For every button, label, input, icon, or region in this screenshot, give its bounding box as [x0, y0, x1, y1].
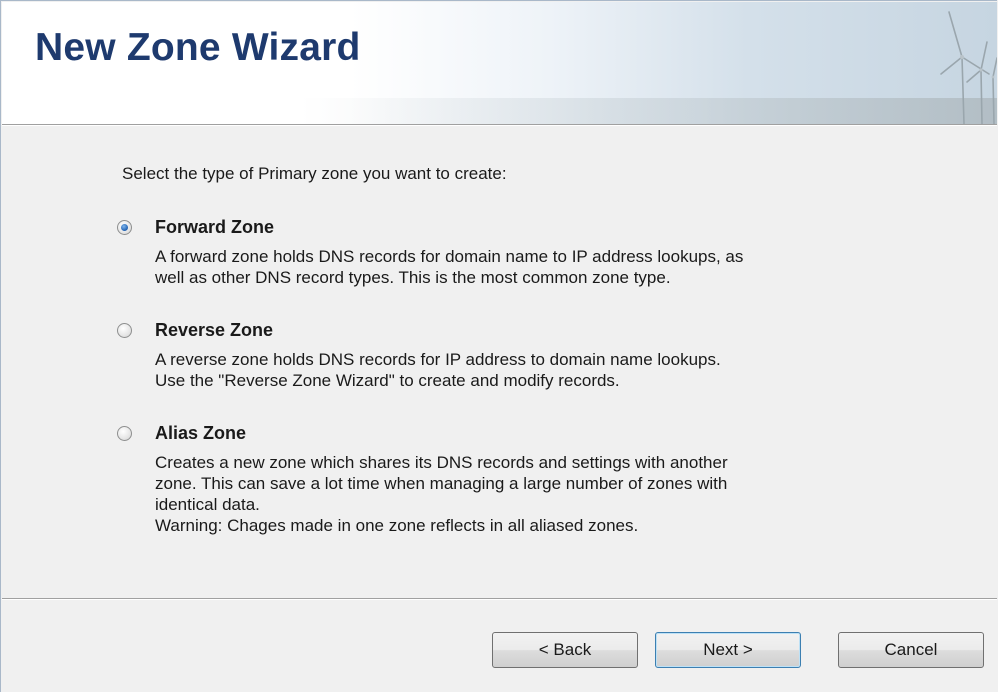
forward-zone-label[interactable]: Forward Zone: [155, 217, 274, 238]
reverse-zone-radio[interactable]: [117, 323, 132, 338]
wizard-header-banner: New Zone Wizard: [2, 2, 997, 124]
description-line: Creates a new zone which shares its DNS …: [155, 453, 728, 472]
description-line: Use the "Reverse Zone Wizard" to create …: [155, 371, 620, 390]
description-line: A reverse zone holds DNS records for IP …: [155, 350, 721, 369]
description-line: zone. This can save a lot time when mana…: [155, 474, 728, 493]
alias-zone-description: Creates a new zone which shares its DNS …: [155, 452, 915, 536]
back-button[interactable]: < Back: [492, 632, 638, 668]
wizard-window: New Zone Wizard Select the type of Prima…: [0, 0, 997, 692]
description-line: A forward zone holds DNS records for dom…: [155, 247, 744, 266]
description-line: well as other DNS record types. This is …: [155, 268, 671, 287]
alias-zone-radio[interactable]: [117, 426, 132, 441]
banner-landscape: [2, 98, 997, 124]
footer-divider: [2, 598, 997, 600]
header-divider: [2, 124, 997, 126]
forward-zone-description: A forward zone holds DNS records for dom…: [155, 246, 915, 288]
forward-zone-radio[interactable]: [117, 220, 132, 235]
wizard-title: New Zone Wizard: [35, 26, 361, 69]
reverse-zone-label[interactable]: Reverse Zone: [155, 320, 273, 341]
zone-type-prompt: Select the type of Primary zone you want…: [122, 164, 507, 183]
alias-zone-label[interactable]: Alias Zone: [155, 423, 246, 444]
description-line: identical data.: [155, 495, 260, 514]
description-line: Warning: Chages made in one zone reflect…: [155, 516, 639, 535]
reverse-zone-description: A reverse zone holds DNS records for IP …: [155, 349, 915, 391]
wind-turbines-icon: [940, 11, 997, 124]
cancel-button[interactable]: Cancel: [838, 632, 984, 668]
next-button[interactable]: Next >: [655, 632, 801, 668]
